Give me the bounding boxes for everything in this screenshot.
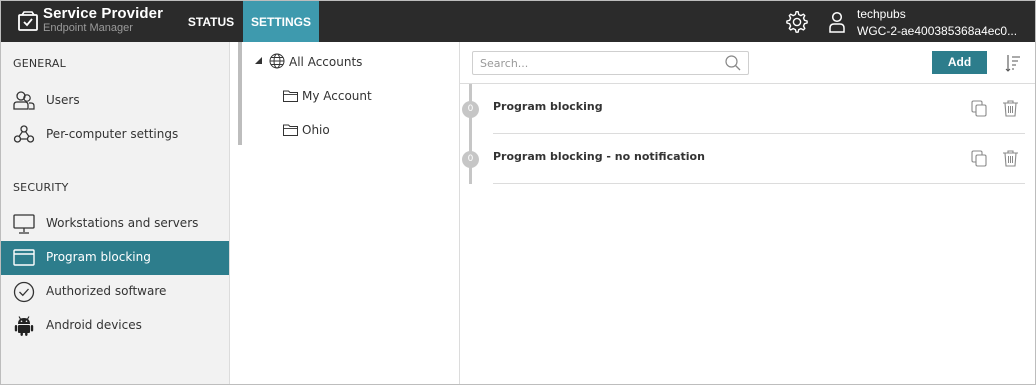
brand-title: Service Provider — [43, 5, 164, 22]
shield-logo-icon — [18, 11, 38, 31]
sidebar-item-label: Per-computer settings — [46, 127, 179, 141]
android-icon — [14, 316, 34, 336]
tab-settings[interactable]: SETTINGS — [243, 1, 319, 42]
folder-icon — [283, 124, 298, 136]
sidebar-heading-security: SECURITY — [13, 181, 69, 194]
user-name[interactable]: techpubs — [857, 7, 906, 21]
priority-timeline — [469, 84, 472, 184]
sidebar-heading-general: GENERAL — [13, 57, 66, 70]
tree-node-label: My Account — [302, 89, 372, 103]
policy-title[interactable]: Program blocking — [493, 100, 603, 113]
check-circle-icon — [13, 281, 35, 303]
copy-icon[interactable] — [971, 150, 987, 167]
tab-status[interactable]: STATUS — [181, 1, 241, 42]
sidebar-item-label: Program blocking — [46, 250, 151, 264]
gear-icon[interactable] — [786, 11, 808, 33]
tree-node-ohio[interactable]: Ohio — [283, 120, 453, 140]
brand-subtitle: Endpoint Manager — [43, 22, 133, 34]
sidebar-item-label: Workstations and servers — [46, 216, 199, 230]
network-icon — [13, 125, 35, 143]
tree-node-label: Ohio — [302, 123, 330, 137]
policy-row[interactable]: Program blocking - no notification — [493, 134, 1025, 184]
sidebar-item-label: Users — [46, 93, 80, 107]
sidebar-item-workstations[interactable]: Workstations and servers — [1, 207, 229, 241]
app-window: Service Provider Endpoint Manager STATUS… — [0, 0, 1036, 385]
sidebar-item-label: Authorized software — [46, 284, 167, 298]
trash-icon[interactable] — [1002, 149, 1019, 167]
policy-panel: Add 0 Program blocking 0 Program blockin… — [460, 42, 1035, 384]
tree-node-label: All Accounts — [289, 55, 363, 69]
user-org[interactable]: WGC-2-ae400385368a4ec0... — [857, 24, 1017, 38]
policy-title[interactable]: Program blocking - no notification — [493, 150, 705, 163]
top-bar: Service Provider Endpoint Manager STATUS… — [1, 1, 1035, 42]
account-tree: All Accounts My Account Ohio — [230, 42, 460, 384]
search-input[interactable] — [472, 51, 749, 75]
sidebar-item-per-computer-settings[interactable]: Per-computer settings — [1, 118, 229, 152]
trash-icon[interactable] — [1002, 99, 1019, 117]
globe-icon — [269, 53, 285, 69]
sidebar-item-program-blocking[interactable]: Program blocking — [1, 241, 229, 275]
sidebar-item-label: Android devices — [46, 318, 142, 332]
sidebar-item-android-devices[interactable]: Android devices — [1, 309, 229, 343]
window-icon — [13, 249, 35, 266]
sort-icon[interactable] — [1005, 54, 1021, 72]
users-icon — [13, 91, 35, 110]
priority-badge: 0 — [462, 101, 479, 118]
search-icon[interactable] — [724, 54, 742, 72]
monitor-icon — [13, 214, 35, 234]
tree-node-all-accounts[interactable]: All Accounts — [255, 52, 455, 72]
tree-scrollbar[interactable] — [238, 42, 242, 145]
user-icon[interactable] — [829, 11, 845, 33]
copy-icon[interactable] — [971, 100, 987, 117]
sidebar-item-authorized-software[interactable]: Authorized software — [1, 275, 229, 309]
policy-row[interactable]: Program blocking — [493, 84, 1025, 134]
priority-badge: 0 — [462, 151, 479, 168]
folder-icon — [283, 90, 298, 102]
sidebar-item-users[interactable]: Users — [1, 84, 229, 118]
expand-triangle-icon[interactable] — [255, 57, 263, 65]
tree-node-my-account[interactable]: My Account — [283, 86, 453, 106]
sidebar: GENERAL Users Per-computer settings SECU… — [1, 42, 230, 384]
add-button[interactable]: Add — [932, 51, 987, 74]
